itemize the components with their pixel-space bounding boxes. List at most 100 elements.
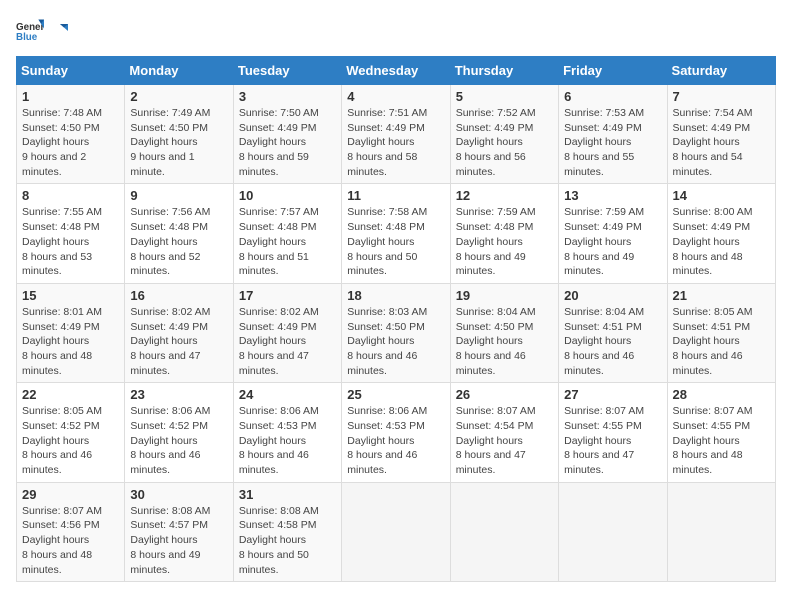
calendar-day-cell: 23 Sunrise: 8:06 AM Sunset: 4:52 PM Dayl… (125, 383, 233, 482)
day-of-week-header: Saturday (667, 57, 775, 85)
calendar-day-cell: 4 Sunrise: 7:51 AM Sunset: 4:49 PM Dayli… (342, 85, 450, 184)
day-number: 24 (239, 387, 336, 402)
day-number: 6 (564, 89, 661, 104)
day-number: 27 (564, 387, 661, 402)
day-number: 29 (22, 487, 119, 502)
page-header: General Blue (16, 16, 776, 44)
logo: General Blue (16, 16, 68, 44)
calendar-day-cell: 11 Sunrise: 7:58 AM Sunset: 4:48 PM Dayl… (342, 184, 450, 283)
day-info: Sunrise: 7:55 AM Sunset: 4:48 PM Dayligh… (22, 205, 119, 278)
day-info: Sunrise: 8:01 AM Sunset: 4:49 PM Dayligh… (22, 305, 119, 378)
day-number: 16 (130, 288, 227, 303)
day-number: 18 (347, 288, 444, 303)
calendar-day-cell: 14 Sunrise: 8:00 AM Sunset: 4:49 PM Dayl… (667, 184, 775, 283)
calendar-day-cell: 26 Sunrise: 8:07 AM Sunset: 4:54 PM Dayl… (450, 383, 558, 482)
day-of-week-header: Monday (125, 57, 233, 85)
day-number: 12 (456, 188, 553, 203)
day-info: Sunrise: 7:50 AM Sunset: 4:49 PM Dayligh… (239, 106, 336, 179)
calendar-day-cell: 16 Sunrise: 8:02 AM Sunset: 4:49 PM Dayl… (125, 283, 233, 382)
calendar-week-row: 29 Sunrise: 8:07 AM Sunset: 4:56 PM Dayl… (17, 482, 776, 581)
day-info: Sunrise: 7:52 AM Sunset: 4:49 PM Dayligh… (456, 106, 553, 179)
calendar-day-cell (667, 482, 775, 581)
calendar-day-cell: 22 Sunrise: 8:05 AM Sunset: 4:52 PM Dayl… (17, 383, 125, 482)
logo-icon: General Blue (16, 16, 44, 44)
day-info: Sunrise: 8:07 AM Sunset: 4:54 PM Dayligh… (456, 404, 553, 477)
calendar-day-cell: 21 Sunrise: 8:05 AM Sunset: 4:51 PM Dayl… (667, 283, 775, 382)
day-info: Sunrise: 7:53 AM Sunset: 4:49 PM Dayligh… (564, 106, 661, 179)
day-number: 5 (456, 89, 553, 104)
day-info: Sunrise: 7:54 AM Sunset: 4:49 PM Dayligh… (673, 106, 770, 179)
day-info: Sunrise: 8:05 AM Sunset: 4:51 PM Dayligh… (673, 305, 770, 378)
day-of-week-header: Wednesday (342, 57, 450, 85)
day-info: Sunrise: 8:02 AM Sunset: 4:49 PM Dayligh… (239, 305, 336, 378)
day-info: Sunrise: 7:57 AM Sunset: 4:48 PM Dayligh… (239, 205, 336, 278)
day-info: Sunrise: 8:02 AM Sunset: 4:49 PM Dayligh… (130, 305, 227, 378)
calendar-day-cell: 17 Sunrise: 8:02 AM Sunset: 4:49 PM Dayl… (233, 283, 341, 382)
day-number: 25 (347, 387, 444, 402)
day-of-week-header: Thursday (450, 57, 558, 85)
day-number: 26 (456, 387, 553, 402)
logo-bird-icon (50, 21, 68, 39)
calendar-day-cell: 30 Sunrise: 8:08 AM Sunset: 4:57 PM Dayl… (125, 482, 233, 581)
calendar-day-cell: 3 Sunrise: 7:50 AM Sunset: 4:49 PM Dayli… (233, 85, 341, 184)
day-number: 30 (130, 487, 227, 502)
calendar-week-row: 1 Sunrise: 7:48 AM Sunset: 4:50 PM Dayli… (17, 85, 776, 184)
calendar-day-cell: 24 Sunrise: 8:06 AM Sunset: 4:53 PM Dayl… (233, 383, 341, 482)
day-info: Sunrise: 7:48 AM Sunset: 4:50 PM Dayligh… (22, 106, 119, 179)
calendar-day-cell: 19 Sunrise: 8:04 AM Sunset: 4:50 PM Dayl… (450, 283, 558, 382)
day-of-week-header: Tuesday (233, 57, 341, 85)
day-number: 8 (22, 188, 119, 203)
calendar-day-cell: 10 Sunrise: 7:57 AM Sunset: 4:48 PM Dayl… (233, 184, 341, 283)
day-info: Sunrise: 7:56 AM Sunset: 4:48 PM Dayligh… (130, 205, 227, 278)
calendar-day-cell (342, 482, 450, 581)
day-number: 22 (22, 387, 119, 402)
day-info: Sunrise: 8:05 AM Sunset: 4:52 PM Dayligh… (22, 404, 119, 477)
day-info: Sunrise: 8:07 AM Sunset: 4:56 PM Dayligh… (22, 504, 119, 577)
day-info: Sunrise: 7:59 AM Sunset: 4:49 PM Dayligh… (564, 205, 661, 278)
day-number: 3 (239, 89, 336, 104)
day-info: Sunrise: 8:06 AM Sunset: 4:53 PM Dayligh… (239, 404, 336, 477)
day-info: Sunrise: 8:04 AM Sunset: 4:51 PM Dayligh… (564, 305, 661, 378)
day-info: Sunrise: 7:49 AM Sunset: 4:50 PM Dayligh… (130, 106, 227, 179)
calendar-day-cell: 31 Sunrise: 8:08 AM Sunset: 4:58 PM Dayl… (233, 482, 341, 581)
calendar-header-row: SundayMondayTuesdayWednesdayThursdayFrid… (17, 57, 776, 85)
calendar-day-cell: 18 Sunrise: 8:03 AM Sunset: 4:50 PM Dayl… (342, 283, 450, 382)
day-number: 14 (673, 188, 770, 203)
calendar-day-cell: 7 Sunrise: 7:54 AM Sunset: 4:49 PM Dayli… (667, 85, 775, 184)
calendar-day-cell: 8 Sunrise: 7:55 AM Sunset: 4:48 PM Dayli… (17, 184, 125, 283)
day-number: 15 (22, 288, 119, 303)
day-info: Sunrise: 8:07 AM Sunset: 4:55 PM Dayligh… (673, 404, 770, 477)
day-info: Sunrise: 8:03 AM Sunset: 4:50 PM Dayligh… (347, 305, 444, 378)
calendar-day-cell: 27 Sunrise: 8:07 AM Sunset: 4:55 PM Dayl… (559, 383, 667, 482)
calendar-day-cell: 15 Sunrise: 8:01 AM Sunset: 4:49 PM Dayl… (17, 283, 125, 382)
day-number: 2 (130, 89, 227, 104)
day-number: 9 (130, 188, 227, 203)
day-number: 11 (347, 188, 444, 203)
day-info: Sunrise: 8:08 AM Sunset: 4:57 PM Dayligh… (130, 504, 227, 577)
calendar-day-cell: 1 Sunrise: 7:48 AM Sunset: 4:50 PM Dayli… (17, 85, 125, 184)
day-number: 31 (239, 487, 336, 502)
day-info: Sunrise: 8:00 AM Sunset: 4:49 PM Dayligh… (673, 205, 770, 278)
day-number: 21 (673, 288, 770, 303)
calendar-table: SundayMondayTuesdayWednesdayThursdayFrid… (16, 56, 776, 582)
calendar-day-cell: 5 Sunrise: 7:52 AM Sunset: 4:49 PM Dayli… (450, 85, 558, 184)
day-number: 23 (130, 387, 227, 402)
calendar-day-cell: 13 Sunrise: 7:59 AM Sunset: 4:49 PM Dayl… (559, 184, 667, 283)
day-number: 17 (239, 288, 336, 303)
calendar-day-cell: 25 Sunrise: 8:06 AM Sunset: 4:53 PM Dayl… (342, 383, 450, 482)
calendar-day-cell (450, 482, 558, 581)
calendar-day-cell: 29 Sunrise: 8:07 AM Sunset: 4:56 PM Dayl… (17, 482, 125, 581)
day-number: 28 (673, 387, 770, 402)
calendar-day-cell: 20 Sunrise: 8:04 AM Sunset: 4:51 PM Dayl… (559, 283, 667, 382)
calendar-day-cell: 2 Sunrise: 7:49 AM Sunset: 4:50 PM Dayli… (125, 85, 233, 184)
calendar-day-cell: 6 Sunrise: 7:53 AM Sunset: 4:49 PM Dayli… (559, 85, 667, 184)
svg-text:Blue: Blue (16, 32, 38, 43)
calendar-week-row: 15 Sunrise: 8:01 AM Sunset: 4:49 PM Dayl… (17, 283, 776, 382)
day-info: Sunrise: 8:06 AM Sunset: 4:52 PM Dayligh… (130, 404, 227, 477)
calendar-day-cell: 9 Sunrise: 7:56 AM Sunset: 4:48 PM Dayli… (125, 184, 233, 283)
calendar-day-cell (559, 482, 667, 581)
day-number: 4 (347, 89, 444, 104)
day-number: 13 (564, 188, 661, 203)
calendar-week-row: 8 Sunrise: 7:55 AM Sunset: 4:48 PM Dayli… (17, 184, 776, 283)
calendar-day-cell: 12 Sunrise: 7:59 AM Sunset: 4:48 PM Dayl… (450, 184, 558, 283)
